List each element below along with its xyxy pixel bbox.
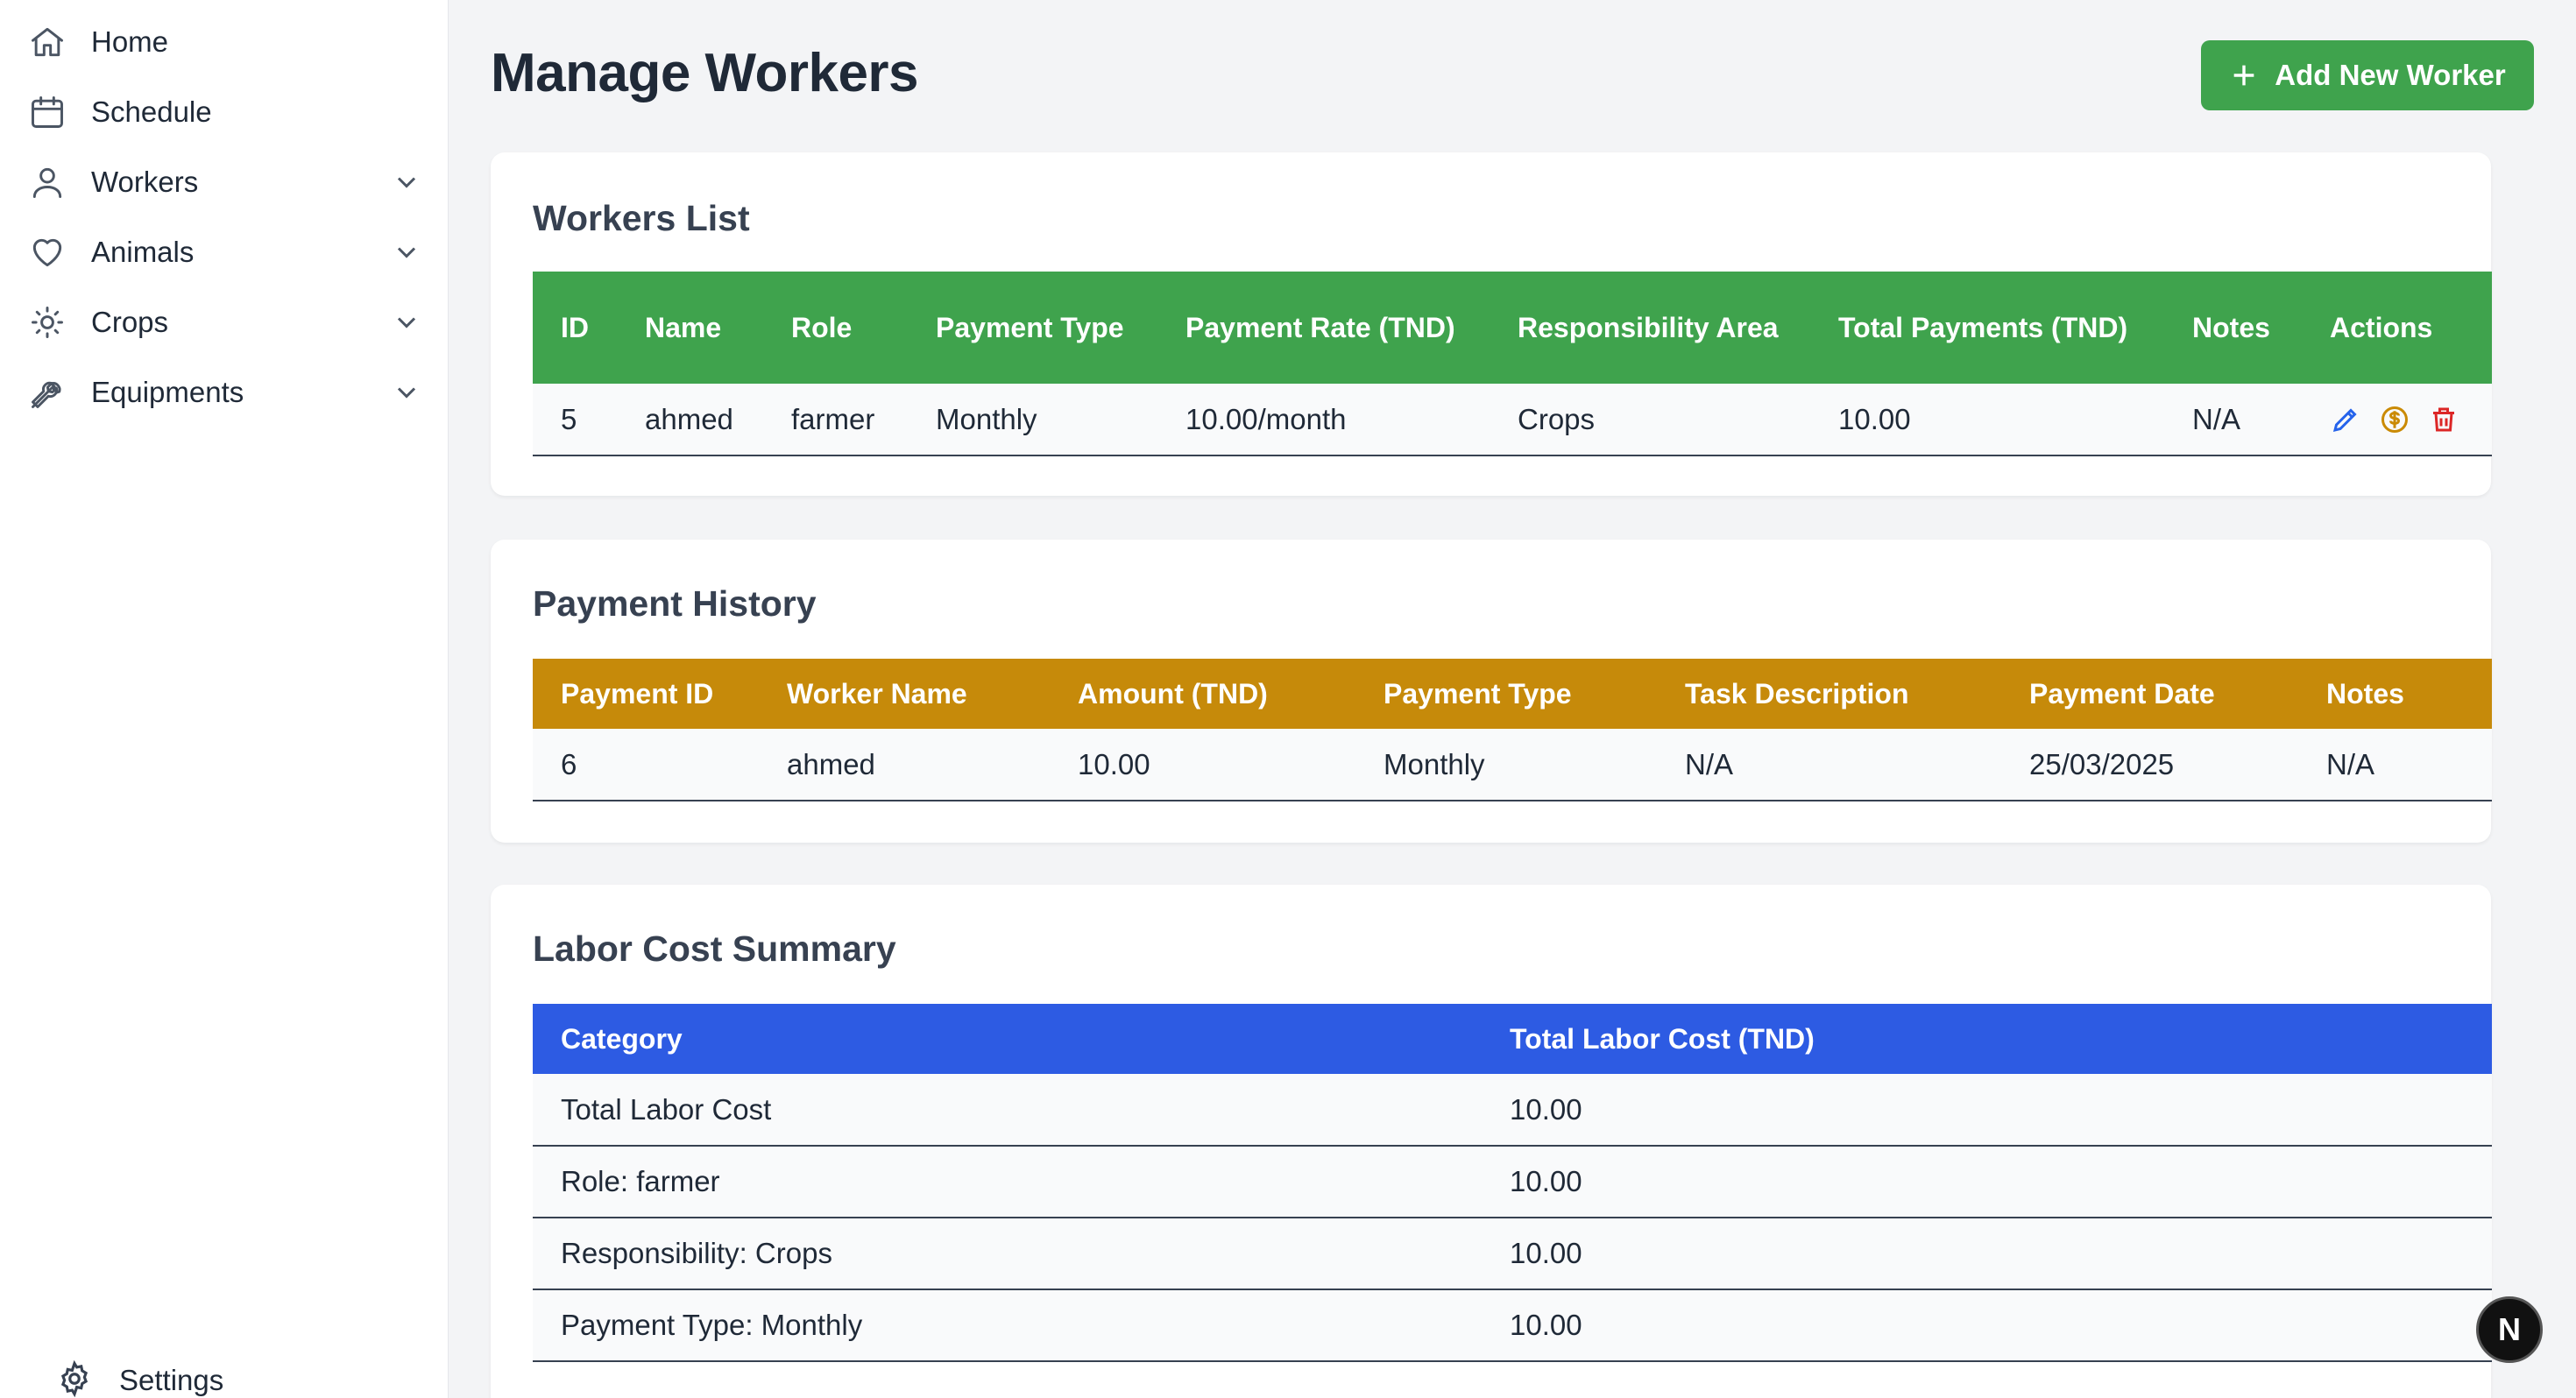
sidebar-item-label: Crops [91, 306, 169, 338]
labor-cost-table: Category Total Labor Cost (TND) Total La… [533, 1004, 2492, 1362]
worker-id: 5 [533, 384, 645, 456]
chevron-down-icon[interactable] [391, 377, 422, 408]
payment-notes: N/A [2326, 729, 2492, 801]
sidebar-item-schedule[interactable]: Schedule [26, 86, 422, 138]
table-header-row: ID Name Role Payment Type Payment Rate (… [533, 272, 2492, 384]
payment-task: N/A [1685, 729, 2029, 801]
column-header: Payment Rate (TND) [1185, 272, 1518, 384]
labor-cost: 10.00 [1510, 1218, 2492, 1290]
labor-category: Payment Type: Monthly [533, 1289, 1510, 1362]
worker-payment-rate: 10.00/month [1185, 384, 1518, 456]
table-header-row: Category Total Labor Cost (TND) [533, 1004, 2492, 1074]
sidebar-item-animals[interactable]: Animals [26, 226, 422, 279]
heart-icon [26, 231, 68, 273]
table-row: Payment Type: Monthly 10.00 [533, 1289, 2492, 1362]
chevron-down-icon[interactable] [391, 307, 422, 338]
labor-category: Role: farmer [533, 1146, 1510, 1218]
sun-icon [26, 301, 68, 343]
sidebar-item-label: Animals [91, 236, 195, 268]
column-header: Total Labor Cost (TND) [1510, 1004, 2492, 1074]
sidebar-item-crops[interactable]: Crops [26, 296, 422, 349]
column-header: Payment Type [1384, 659, 1685, 729]
worker-role: farmer [791, 384, 936, 456]
workers-list-title: Workers List [533, 198, 750, 238]
column-header: Worker Name [787, 659, 1078, 729]
column-header: Name [645, 272, 791, 384]
column-header: Responsibility Area [1518, 272, 1838, 384]
table-row: Responsibility: Crops 10.00 [533, 1218, 2492, 1290]
worker-name: ahmed [645, 384, 791, 456]
nextjs-devtools-button[interactable]: N [2476, 1296, 2543, 1363]
column-header: Actions [2330, 272, 2492, 384]
labor-cost: 10.00 [1510, 1074, 2492, 1147]
worker-actions [2330, 384, 2492, 456]
worker-notes: N/A [2192, 384, 2330, 456]
gear-icon [56, 1359, 93, 1398]
delete-trash-icon[interactable] [2428, 404, 2459, 435]
column-header: Total Payments (TND) [1838, 272, 2192, 384]
payment-history-card: Payment History Payment ID Worker Name A… [491, 540, 2492, 843]
labor-cost-summary-title: Labor Cost Summary [533, 928, 896, 969]
user-icon [26, 161, 68, 203]
column-header: Amount (TND) [1078, 659, 1384, 729]
payment-dollar-icon[interactable] [2379, 404, 2410, 435]
table-header-row: Payment ID Worker Name Amount (TND) Paym… [533, 659, 2492, 729]
workers-table: ID Name Role Payment Type Payment Rate (… [533, 272, 2492, 456]
column-header: Payment Type [936, 272, 1185, 384]
table-row: Total Labor Cost 10.00 [533, 1074, 2492, 1147]
payment-history-table: Payment ID Worker Name Amount (TND) Paym… [533, 659, 2492, 801]
chevron-down-icon[interactable] [391, 166, 422, 198]
column-header: Task Description [1685, 659, 2029, 729]
labor-category: Responsibility: Crops [533, 1218, 1510, 1290]
sidebar-item-label: Home [91, 25, 169, 58]
payment-type: Monthly [1384, 729, 1685, 801]
table-row: 6 ahmed 10.00 Monthly N/A 25/03/2025 N/A [533, 729, 2492, 801]
settings-label: Settings [119, 1364, 224, 1396]
payment-amount: 10.00 [1078, 729, 1384, 801]
payment-date: 25/03/2025 [2029, 729, 2326, 801]
column-header: Notes [2326, 659, 2492, 729]
sidebar-item-settings[interactable]: Settings [56, 1354, 223, 1398]
sidebar: Home Schedule Workers Animals Crops Equi… [0, 0, 449, 1398]
labor-cost: 10.00 [1510, 1146, 2492, 1218]
payment-history-title: Payment History [533, 583, 817, 624]
table-row: Role: farmer 10.00 [533, 1146, 2492, 1218]
payment-worker-name: ahmed [787, 729, 1078, 801]
column-header: Notes [2192, 272, 2330, 384]
plus-icon [2233, 65, 2254, 86]
workers-list-card: Workers List ID Name Role Payment Type P… [491, 152, 2492, 496]
payment-id: 6 [533, 729, 787, 801]
add-new-worker-button[interactable]: Add New Worker [2201, 40, 2534, 110]
labor-cost-summary-card: Labor Cost Summary Category Total Labor … [491, 885, 2492, 1398]
table-row: 5 ahmed farmer Monthly 10.00/month Crops… [533, 384, 2492, 456]
page-title: Manage Workers [491, 43, 919, 103]
labor-category: Total Labor Cost [533, 1074, 1510, 1147]
column-header: Payment ID [533, 659, 787, 729]
column-header: Role [791, 272, 936, 384]
home-icon [26, 21, 68, 63]
sidebar-item-label: Equipments [91, 376, 244, 408]
sidebar-item-home[interactable]: Home [26, 16, 422, 68]
wrench-icon [26, 371, 68, 413]
chevron-down-icon[interactable] [391, 237, 422, 268]
labor-cost: 10.00 [1510, 1289, 2492, 1362]
calendar-icon [26, 91, 68, 133]
worker-total: 10.00 [1838, 384, 2192, 456]
sidebar-item-equipments[interactable]: Equipments [26, 366, 422, 419]
sidebar-item-label: Workers [91, 166, 199, 198]
add-new-worker-label: Add New Worker [2275, 59, 2506, 91]
worker-area: Crops [1518, 384, 1838, 456]
edit-pencil-icon[interactable] [2330, 404, 2361, 435]
worker-payment-type: Monthly [936, 384, 1185, 456]
sidebar-item-workers[interactable]: Workers [26, 156, 422, 208]
column-header: Payment Date [2029, 659, 2326, 729]
sidebar-item-label: Schedule [91, 95, 212, 128]
column-header: Category [533, 1004, 1510, 1074]
column-header: ID [533, 272, 645, 384]
